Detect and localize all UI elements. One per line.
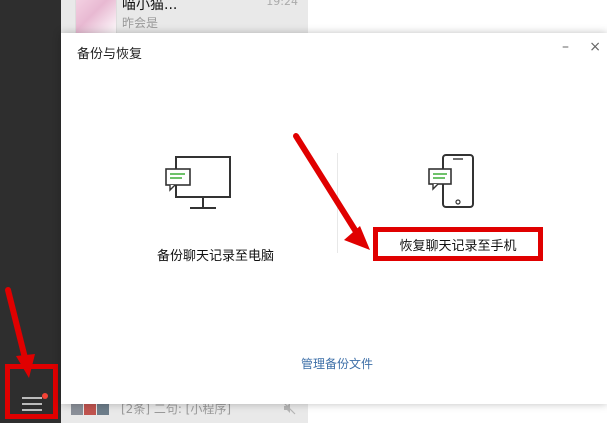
chat-list-item[interactable]: 喵小猫... 19:24 昨会是 (61, 0, 308, 36)
chat-preview: 昨会是 (122, 16, 159, 30)
backup-restore-dialog: 备份与恢复 – × 备份聊天记录至电脑 恢复聊天记录至手机 管理备份文件 (61, 33, 607, 404)
notification-dot (42, 393, 48, 399)
chat-name: 喵小猫... (122, 0, 178, 13)
divider (337, 153, 338, 253)
chat-time: 19:24 (266, 0, 298, 8)
close-button[interactable]: × (589, 39, 601, 55)
menu-button[interactable] (5, 364, 58, 419)
left-sidebar (0, 0, 61, 423)
backup-to-pc-option[interactable]: 备份聊天记录至电脑 (101, 143, 331, 264)
group-avatar (71, 403, 109, 415)
manage-backup-link[interactable]: 管理备份文件 (301, 355, 373, 372)
minimize-button[interactable]: – (562, 39, 569, 55)
phone-chat-icon (428, 154, 474, 208)
monitor-chat-icon (165, 156, 231, 209)
menu-icon (22, 397, 42, 415)
restore-to-phone-button[interactable]: 恢复聊天记录至手机 (373, 227, 543, 261)
dialog-title: 备份与恢复 (77, 47, 143, 62)
avatar (75, 0, 117, 36)
backup-to-pc-label: 备份聊天记录至电脑 (157, 249, 275, 264)
